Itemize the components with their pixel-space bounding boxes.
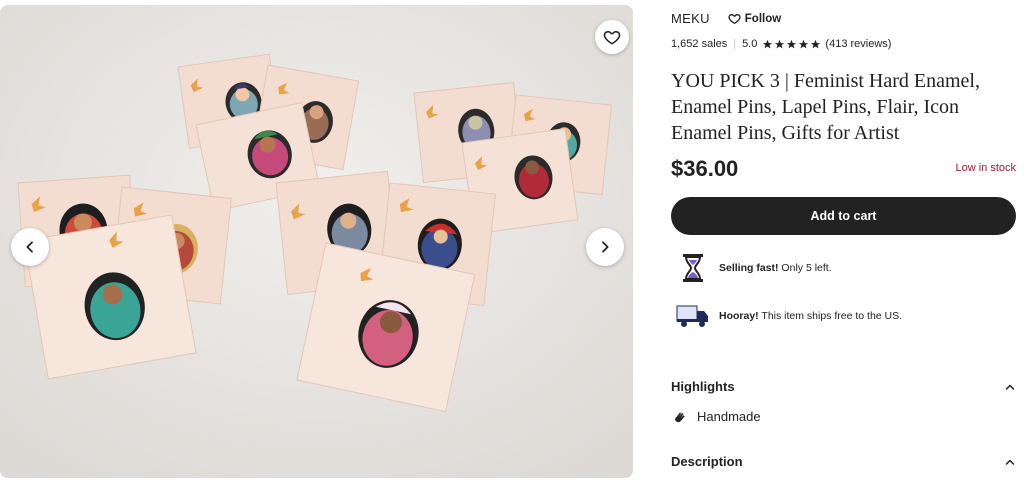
free-shipping-detail: This item ships free to the US. xyxy=(758,310,903,322)
heart-icon xyxy=(603,31,621,45)
delivery-truck-icon xyxy=(675,303,711,329)
rating-score: 5.0 xyxy=(742,38,758,50)
price: $36.00 xyxy=(671,156,739,181)
rating-row: 1,652 sales | 5.0 (413 reviews) xyxy=(671,38,891,50)
free-shipping-bold: Hooray! xyxy=(719,310,759,322)
hourglass-icon xyxy=(675,253,711,283)
reviews-link[interactable]: (413 reviews) xyxy=(825,38,891,50)
chevron-up-icon xyxy=(1005,384,1015,390)
product-photo xyxy=(0,5,633,478)
star-icon xyxy=(787,39,797,48)
highlights-section-toggle[interactable]: Highlights xyxy=(671,379,1016,394)
previous-image-button[interactable] xyxy=(11,228,49,266)
highlight-item-handmade: Handmade xyxy=(673,409,761,424)
highlight-label: Handmade xyxy=(697,409,761,424)
add-to-cart-button[interactable]: Add to cart xyxy=(671,197,1016,235)
separator: | xyxy=(733,38,737,50)
shop-name-link[interactable]: MEKU xyxy=(671,11,710,26)
star-icon xyxy=(763,39,773,48)
star-icon xyxy=(811,39,821,48)
description-heading: Description xyxy=(671,454,743,469)
selling-fast-bold: Selling fast! xyxy=(719,262,779,274)
star-rating xyxy=(762,39,821,50)
chevron-right-icon xyxy=(602,241,609,253)
follow-shop-button[interactable]: Follow xyxy=(728,12,781,25)
hand-wave-icon xyxy=(675,411,685,422)
shop-row: MEKU Follow xyxy=(671,11,781,26)
selling-fast-text: Selling fast! Only 5 left. xyxy=(719,262,832,274)
listing-title: YOU PICK 3 | Feminist Hard Enamel, Ename… xyxy=(671,70,980,144)
star-icon xyxy=(775,39,785,48)
sales-count: 1,652 sales xyxy=(671,38,728,50)
pin-card xyxy=(23,214,197,380)
star-icon xyxy=(799,39,809,48)
selling-fast-detail: Only 5 left. xyxy=(778,262,832,274)
highlights-heading: Highlights xyxy=(671,379,735,394)
chevron-left-icon xyxy=(26,241,33,253)
description-section-toggle[interactable]: Description xyxy=(671,454,1016,469)
free-shipping-notice: Hooray! This item ships free to the US. xyxy=(675,303,902,329)
chevron-up-icon xyxy=(1005,459,1015,465)
heart-outline-icon xyxy=(728,14,741,25)
free-shipping-text: Hooray! This item ships free to the US. xyxy=(719,310,902,322)
product-image-gallery[interactable] xyxy=(0,5,633,478)
follow-label: Follow xyxy=(744,12,782,25)
listing-panel: MEKU Follow 1,652 sales | 5.0 (413 revie… xyxy=(671,0,1016,483)
favorite-button[interactable] xyxy=(595,20,629,54)
selling-fast-notice: Selling fast! Only 5 left. xyxy=(675,253,832,283)
stock-status: Low in stock xyxy=(955,162,1016,174)
next-image-button[interactable] xyxy=(586,228,624,266)
